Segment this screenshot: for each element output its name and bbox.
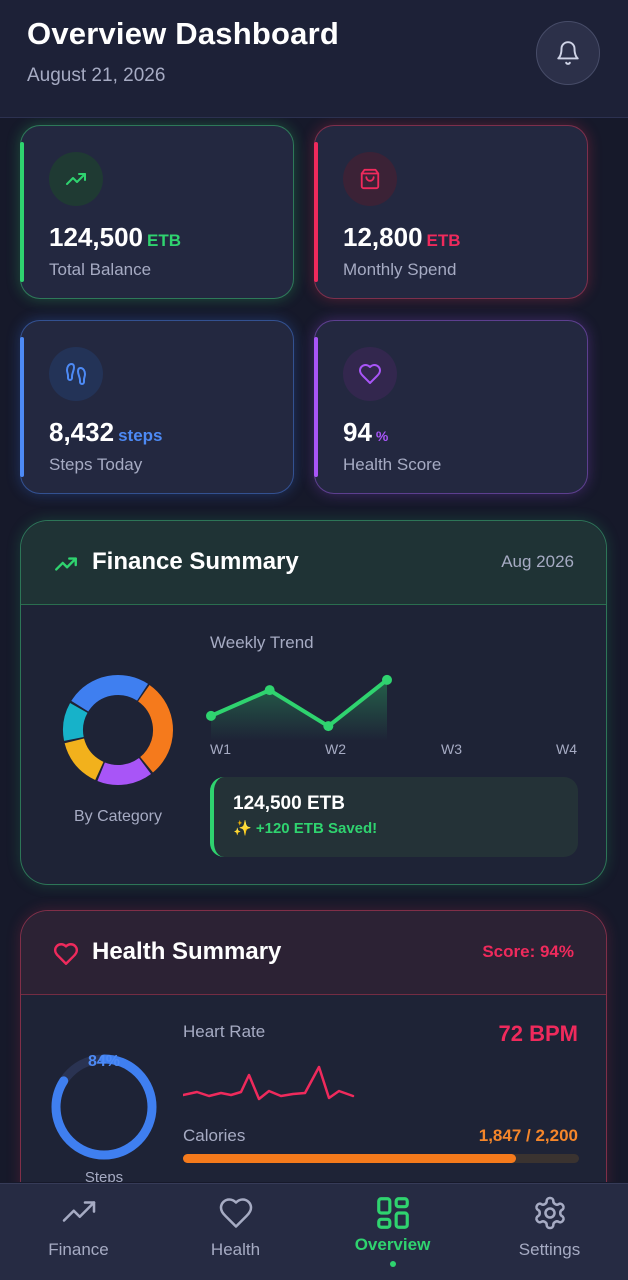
week-label: W1 (210, 741, 231, 757)
bottom-navigation: Finance Health Overview Settings (0, 1183, 628, 1280)
stat-value: 8,432 steps (49, 417, 163, 447)
trend-point (264, 685, 275, 696)
savings-highlight: 124,500 ETB ✨ +120 ETB Saved! (210, 777, 578, 857)
stat-value: 94% (343, 417, 389, 447)
nav-label: Overview (354, 1235, 431, 1254)
heart-icon (343, 347, 397, 401)
week-label: W4 (556, 741, 577, 757)
stat-value: 124,500 ETB (49, 222, 181, 252)
steps-percent: 84% (87, 1053, 121, 1070)
steps-ring-label: Steps (84, 1169, 124, 1182)
trend-point (323, 721, 334, 732)
health-score-card[interactable]: 94% Health Score (314, 320, 588, 494)
active-indicator-dot (389, 1261, 396, 1267)
bell-icon (557, 41, 579, 65)
trend-point (206, 710, 216, 721)
heart-rate-value: 72 BPM (498, 1021, 578, 1046)
footprints-icon (49, 347, 103, 401)
notifications-button[interactable] (536, 21, 600, 85)
health-score-badge: Score: 94% (482, 942, 574, 961)
calories-progress-fill (183, 1154, 516, 1163)
category-chart-label: By Category (73, 808, 163, 825)
health-summary-title: Health Summary (92, 938, 282, 965)
card-accent-bar (20, 337, 24, 477)
dashboard-content[interactable]: 124,500 ETB Total Balance 12,800 ETB Month… (0, 118, 628, 1182)
nav-finance[interactable]: Finance (0, 1184, 157, 1280)
trending-up-icon (55, 557, 77, 571)
shopping-bag-icon (343, 152, 397, 206)
finance-summary-card[interactable]: Finance Summary Aug 2026 By Category Wee… (20, 520, 607, 885)
heart-rate-wave (183, 1065, 355, 1101)
nav-label: Health (210, 1240, 261, 1259)
savings-note: ✨ +120 ETB Saved! (233, 820, 378, 837)
calories-label: Calories (183, 1126, 246, 1145)
nav-label: Settings (518, 1240, 581, 1259)
nav-overview[interactable]: Overview (314, 1184, 471, 1280)
header-date: August 21, 2026 (27, 65, 166, 86)
nav-label: Finance (48, 1240, 109, 1259)
page-title: Overview Dashboard (27, 16, 339, 51)
heart-rate-label: Heart Rate (183, 1022, 266, 1041)
health-summary-card[interactable]: Health Summary Score: 94% 84% Steps Hear… (20, 910, 607, 1182)
finance-summary-title: Finance Summary (92, 548, 299, 575)
stat-label: Health Score (343, 455, 442, 474)
grid-icon (376, 1197, 409, 1229)
weekly-trend-label: Weekly Trend (210, 633, 314, 652)
week-label: W2 (325, 741, 346, 757)
nav-health[interactable]: Health (157, 1184, 314, 1280)
heart-icon (219, 1198, 252, 1228)
category-donut-chart (63, 675, 173, 785)
finance-period: Aug 2026 (501, 552, 574, 571)
stat-label: Total Balance (49, 260, 152, 279)
savings-amount: 124,500 ETB (233, 793, 345, 814)
stat-label: Steps Today (49, 455, 143, 474)
heart-icon (53, 943, 79, 965)
stat-label: Monthly Spend (343, 260, 457, 279)
card-accent-bar (314, 337, 318, 477)
steps-today-card[interactable]: 8,432 steps Steps Today (20, 320, 294, 494)
app-header: Overview Dashboard August 21, 2026 (0, 0, 628, 118)
week-label: W3 (441, 741, 462, 757)
calories-progress-bar (183, 1154, 579, 1163)
trend-point (382, 674, 392, 685)
heart-wave-line (183, 1065, 355, 1101)
gear-icon (534, 1196, 565, 1230)
monthly-spend-card[interactable]: 12,800 ETB Monthly Spend (314, 125, 588, 299)
card-accent-bar (20, 142, 24, 282)
calories-value: 1,847 / 2,200 (478, 1126, 578, 1145)
card-accent-bar (314, 142, 318, 282)
stat-value: 12,800 ETB (343, 222, 461, 252)
nav-settings[interactable]: Settings (471, 1184, 628, 1280)
trending-up-icon (62, 1201, 95, 1222)
total-balance-card[interactable]: 124,500 ETB Total Balance (20, 125, 294, 299)
weekly-trend-chart (206, 674, 392, 741)
trending-up-icon (49, 152, 103, 206)
